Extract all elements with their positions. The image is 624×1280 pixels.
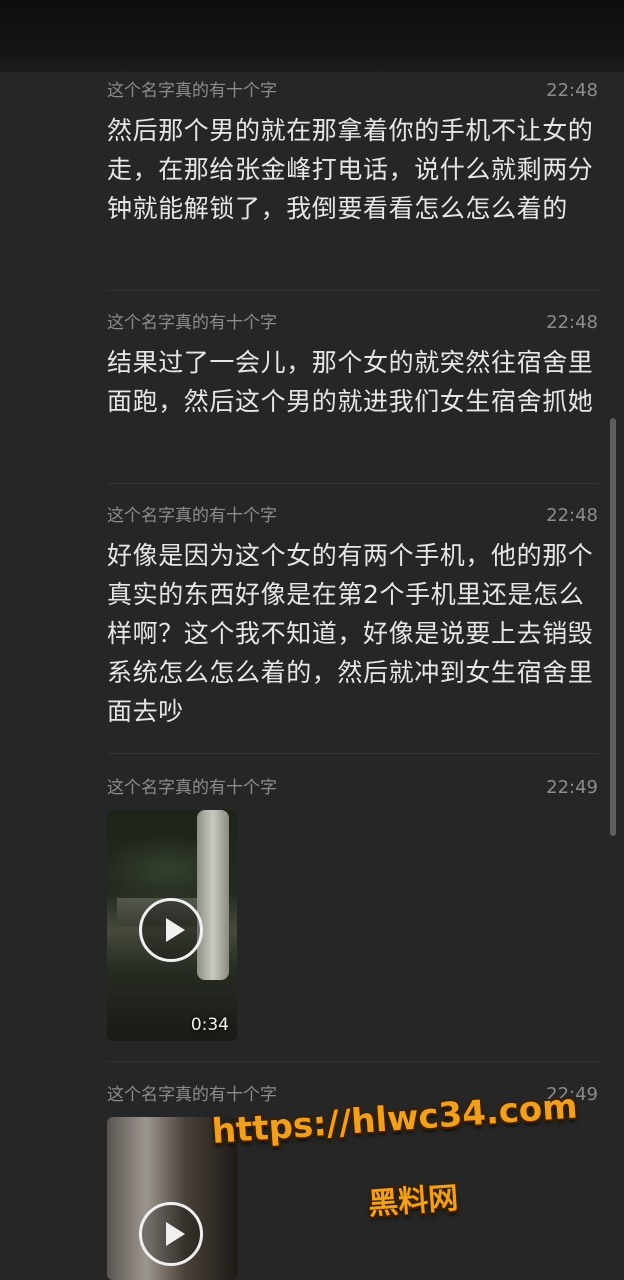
message-header: 这个名字真的有十个字 22:48 xyxy=(107,504,598,528)
chat-screen: 这个名字真的有十个字 22:48 然后那个男的就在那拿着你的手机不让女的走，在那… xyxy=(0,0,624,1280)
chat-message[interactable]: 这个名字真的有十个字 22:49 xyxy=(107,776,598,800)
message-text: 然后那个男的就在那拿着你的手机不让女的走，在那给张金峰打电话，说什么就剩两分钟就… xyxy=(107,116,594,223)
watermark-name: 黑料网 xyxy=(367,1180,460,1223)
chat-message[interactable]: 这个名字真的有十个字 22:48 好像是因为这个女的有两个手机，他的那个真实的东… xyxy=(107,504,598,731)
scrollbar[interactable] xyxy=(610,418,616,836)
message-divider xyxy=(107,753,598,754)
sender-name[interactable]: 这个名字真的有十个字 xyxy=(107,311,277,335)
sender-name[interactable]: 这个名字真的有十个字 xyxy=(107,504,277,528)
top-bar xyxy=(0,0,624,72)
message-time: 22:48 xyxy=(546,312,598,333)
message-header: 这个名字真的有十个字 22:49 xyxy=(107,776,598,800)
message-time: 22:49 xyxy=(546,777,598,798)
sender-name[interactable]: 这个名字真的有十个字 xyxy=(107,776,277,800)
message-time: 22:48 xyxy=(546,80,598,101)
message-divider xyxy=(107,483,598,484)
video-thumbnail[interactable]: 0:34 xyxy=(107,810,237,1041)
message-divider xyxy=(107,1061,598,1062)
message-text: 结果过了一会儿，那个女的就突然往宿舍里面跑，然后这个男的就进我们女生宿舍抓她 xyxy=(107,348,594,416)
message-header: 这个名字真的有十个字 22:48 xyxy=(107,311,598,335)
sender-name[interactable]: 这个名字真的有十个字 xyxy=(107,79,277,103)
chat-message[interactable]: 这个名字真的有十个字 22:48 结果过了一会儿，那个女的就突然往宿舍里面跑，然… xyxy=(107,311,598,421)
thumbnail-tree xyxy=(197,810,229,980)
chat-message[interactable]: 这个名字真的有十个字 22:48 然后那个男的就在那拿着你的手机不让女的走，在那… xyxy=(107,79,598,228)
message-text: 好像是因为这个女的有两个手机，他的那个真实的东西好像是在第2个手机里还是怎么样啊… xyxy=(107,541,594,726)
message-divider xyxy=(107,290,598,291)
message-time: 22:48 xyxy=(546,505,598,526)
sender-name[interactable]: 这个名字真的有十个字 xyxy=(107,1083,277,1107)
video-duration: 0:34 xyxy=(190,1015,229,1035)
play-icon[interactable] xyxy=(139,898,203,962)
play-icon[interactable] xyxy=(139,1202,203,1266)
message-header: 这个名字真的有十个字 22:48 xyxy=(107,79,598,103)
